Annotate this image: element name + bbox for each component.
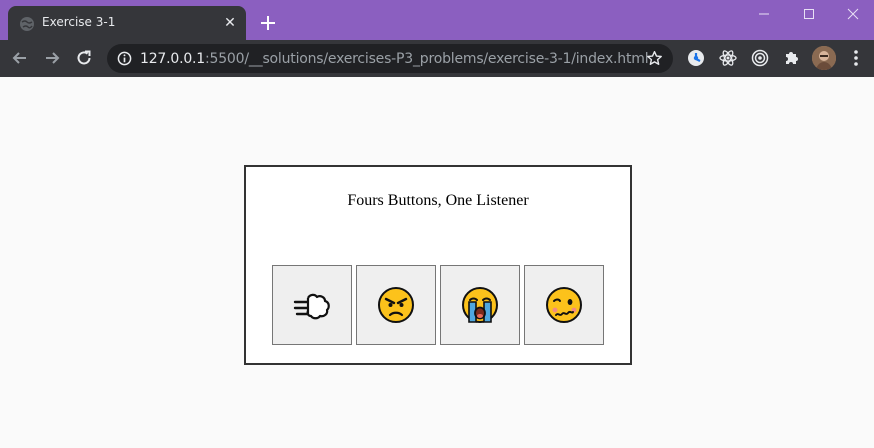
- crying-face-button[interactable]: [440, 265, 520, 345]
- woozy-face-button[interactable]: [524, 265, 604, 345]
- star-icon[interactable]: [646, 50, 663, 67]
- globe-icon: [20, 17, 34, 31]
- window-close-icon[interactable]: [831, 0, 874, 28]
- target-icon[interactable]: [750, 48, 770, 68]
- avatar[interactable]: [812, 46, 836, 70]
- url-host: 127.0.0.1: [140, 51, 205, 67]
- minimize-icon[interactable]: [742, 0, 786, 28]
- address-bar[interactable]: 127.0.0.1:5500/__solutions/exercises-P3_…: [107, 44, 673, 73]
- puzzle-icon[interactable]: [782, 48, 802, 68]
- browser-toolbar: 127.0.0.1:5500/__solutions/exercises-P3_…: [0, 40, 874, 77]
- new-tab-icon[interactable]: [256, 11, 280, 35]
- maximize-icon[interactable]: [787, 0, 831, 28]
- menu-icon[interactable]: [848, 48, 864, 68]
- close-icon[interactable]: ✕: [220, 13, 240, 33]
- loudly-crying-face-icon: [462, 287, 498, 323]
- url-path: :5500/__solutions/exercises-P3_problems/…: [205, 51, 649, 67]
- url-text: 127.0.0.1:5500/__solutions/exercises-P3_…: [140, 51, 649, 67]
- forward-icon[interactable]: [41, 47, 63, 69]
- exercise-card: Fours Buttons, One Listener: [244, 165, 632, 365]
- browser-tab[interactable]: Exercise 3-1 ✕: [8, 6, 246, 40]
- wind-face-button[interactable]: [272, 265, 352, 345]
- react-devtools-icon[interactable]: [718, 48, 738, 68]
- extension-icon[interactable]: [686, 48, 706, 68]
- info-icon[interactable]: [117, 51, 132, 66]
- back-icon[interactable]: [9, 47, 31, 69]
- page-title: Fours Buttons, One Listener: [347, 192, 529, 209]
- reload-icon[interactable]: [73, 47, 95, 69]
- browser-title-bar: Exercise 3-1 ✕: [0, 0, 874, 40]
- dashing-away-icon: [293, 293, 330, 320]
- angry-face-icon: [378, 287, 414, 323]
- emoji-button-row: [272, 265, 604, 345]
- woozy-face-icon: [546, 287, 582, 323]
- tab-title: Exercise 3-1: [42, 15, 116, 29]
- angry-face-button[interactable]: [356, 265, 436, 345]
